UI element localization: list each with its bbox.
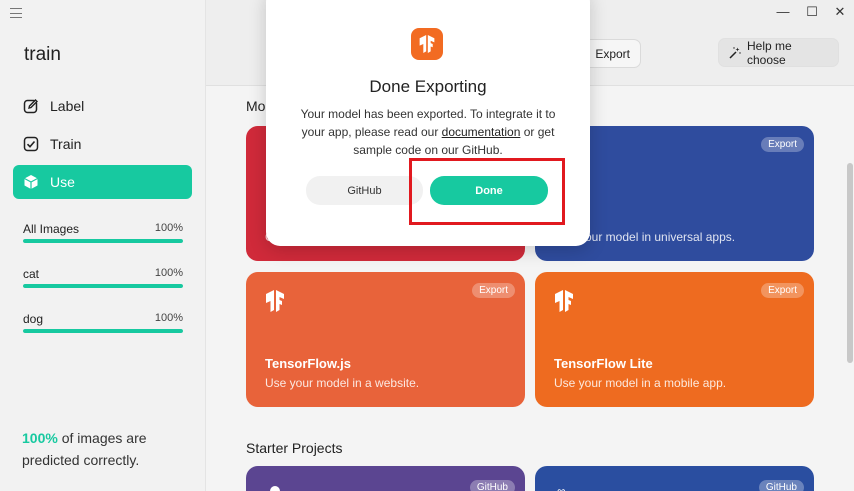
sidebar-item-label-text: Label	[50, 98, 85, 114]
maximize-icon[interactable]: ☐	[804, 4, 820, 20]
minimize-icon[interactable]: —	[775, 4, 791, 19]
scrollbar-thumb[interactable]	[847, 163, 853, 363]
metric-bar-fill	[23, 284, 183, 288]
menu-icon[interactable]	[10, 8, 22, 18]
github-badge[interactable]: GitHub	[469, 480, 515, 491]
model-card-tfjs[interactable]: Export TensorFlow.js Use your model in a…	[246, 272, 525, 407]
sidebar: train Label Train Use All Images 100% cat…	[0, 0, 206, 491]
metric-value: 100%	[154, 312, 183, 324]
metric-label: cat	[23, 267, 40, 281]
help-me-choose-button[interactable]: Help me choose	[718, 38, 839, 67]
export-badge[interactable]: Export	[761, 137, 804, 152]
export-badge[interactable]: Export	[472, 283, 515, 298]
documentation-link[interactable]: documentation	[442, 125, 521, 139]
metric-bar	[23, 239, 183, 243]
sidebar-item-use-text: Use	[50, 174, 75, 190]
done-button[interactable]: Done	[430, 176, 548, 205]
dialog-message: Your model has been exported. To integra…	[296, 105, 560, 159]
project-logo-icon	[270, 486, 280, 491]
model-card-tflite[interactable]: Export TensorFlow Lite Use your model in…	[535, 272, 814, 407]
tensorflow-logo-icon	[411, 28, 443, 60]
edit-icon	[23, 98, 39, 114]
github-badge[interactable]: GitHub	[758, 480, 804, 491]
card-title: TensorFlow Lite	[554, 356, 653, 371]
card-desc: Use your model in a mobile app.	[554, 376, 727, 390]
section-title-models: Mo	[246, 98, 266, 114]
card-desc: your model in universal apps.	[579, 230, 736, 244]
metric-bar-fill	[23, 239, 183, 243]
sidebar-item-use[interactable]: Use	[13, 165, 192, 199]
metric-bar	[23, 284, 183, 288]
close-icon[interactable]: ✕	[832, 4, 848, 20]
export-done-dialog: Done Exporting Your model has been expor…	[266, 0, 590, 246]
accuracy-value: 100%	[22, 430, 58, 446]
card-title: TensorFlow.js	[265, 356, 351, 371]
starter-card-1[interactable]: GitHub	[246, 466, 525, 491]
card-desc: Use your model in a website.	[265, 376, 420, 390]
metric-bar-fill	[23, 329, 183, 333]
help-button-label: Help me choose	[747, 38, 792, 67]
checkbox-icon	[23, 136, 39, 152]
dialog-title: Done Exporting	[369, 77, 487, 96]
tensorflow-icon	[553, 290, 575, 312]
metric-cat: cat 100%	[23, 267, 183, 288]
magic-wand-icon	[729, 46, 741, 59]
sidebar-item-train[interactable]: Train	[13, 127, 192, 161]
metric-label: dog	[23, 312, 44, 326]
accuracy-summary: 100% of images are predicted correctly.	[22, 427, 192, 471]
tensorflow-icon	[264, 290, 286, 312]
github-button[interactable]: GitHub	[306, 176, 423, 205]
sidebar-nav: Label Train Use	[13, 89, 192, 203]
metric-all-images: All Images 100%	[23, 222, 183, 243]
export-badge[interactable]: Export	[761, 283, 804, 298]
project-title: train	[24, 44, 61, 65]
export-button-label: Export	[595, 46, 630, 61]
metric-label: All Images	[23, 222, 80, 236]
sidebar-item-label[interactable]: Label	[13, 89, 192, 123]
metric-dog: dog 100%	[23, 312, 183, 333]
sidebar-item-train-text: Train	[50, 136, 82, 152]
infinity-icon: ∞	[557, 484, 566, 491]
metric-value: 100%	[154, 222, 183, 234]
cube-icon	[23, 174, 39, 190]
starter-card-2[interactable]: GitHub ∞	[535, 466, 814, 491]
metric-value: 100%	[154, 267, 183, 279]
section-title-starter-projects: Starter Projects	[246, 440, 343, 456]
metric-bar	[23, 329, 183, 333]
